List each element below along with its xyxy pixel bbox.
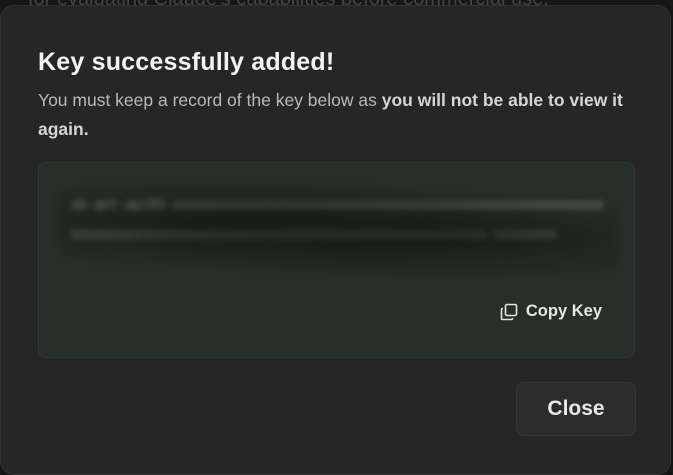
copy-icon — [500, 303, 518, 321]
description-text: You must keep a record of the key below … — [38, 90, 382, 110]
api-key-box: sk-ant-api03-xxxxxxxxxxxxxxxxxxxxxxxxxxx… — [38, 162, 635, 358]
api-key-value: sk-ant-api03-xxxxxxxxxxxxxxxxxxxxxxxxxxx… — [71, 191, 611, 249]
copy-key-button[interactable]: Copy Key — [500, 302, 602, 321]
dialog-description: You must keep a record of the key below … — [38, 86, 648, 144]
dialog-title: Key successfully added! — [38, 48, 334, 77]
close-button[interactable]: Close — [516, 382, 636, 436]
copy-key-label: Copy Key — [526, 302, 602, 321]
key-added-dialog: Key successfully added! You must keep a … — [0, 5, 671, 475]
